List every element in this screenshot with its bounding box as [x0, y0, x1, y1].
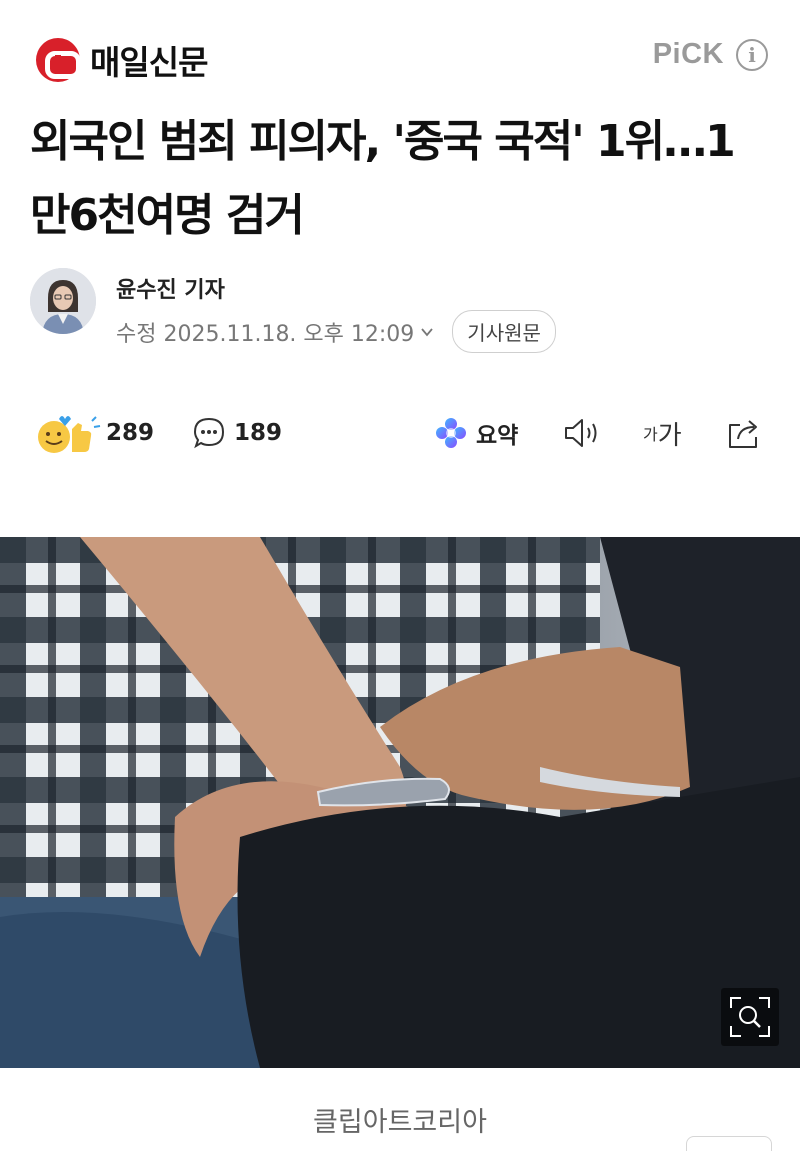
publisher-logo[interactable]: 매일신문 — [36, 36, 208, 84]
next-element-edge — [686, 1136, 772, 1151]
share-button[interactable] — [724, 405, 764, 461]
reaction-emoji-icon — [38, 416, 101, 453]
share-icon — [729, 420, 757, 448]
comment-icon — [193, 417, 225, 449]
app-header: 매일신문 PiCK i — [0, 0, 800, 100]
speaker-icon — [565, 419, 597, 447]
font-size-button[interactable]: 가 가 — [643, 405, 682, 461]
info-icon[interactable]: i — [736, 38, 768, 71]
original-article-button[interactable]: 기사원문 — [452, 310, 556, 353]
article-toolbar: 289 189 요약 가 가 — [0, 405, 800, 461]
font-size-small-label: 가 — [643, 425, 658, 444]
pick-label: PiCK — [652, 38, 724, 70]
tts-button[interactable] — [562, 405, 602, 461]
publisher-name: 매일신문 — [90, 43, 208, 82]
pick-badge[interactable]: PiCK i — [653, 38, 768, 71]
image-caption: 클립아트코리아 — [313, 1107, 487, 1138]
comment-button[interactable]: 189 — [192, 405, 282, 461]
date-row: 수정 2025.11.18. 오후 12:09 기사원문 — [116, 310, 556, 353]
reporter-avatar[interactable] — [30, 268, 96, 334]
comment-count: 189 — [234, 420, 283, 446]
font-size-large-label: 가 — [657, 420, 682, 451]
reaction-count: 289 — [106, 420, 155, 446]
handcuff-arrest-photo — [0, 537, 800, 1068]
publisher-logo-mark — [36, 38, 81, 82]
article-date: 수정 2025.11.18. 오후 12:09 — [116, 321, 415, 347]
chevron-down-icon[interactable] — [420, 325, 434, 339]
image-zoom-button[interactable] — [721, 988, 779, 1046]
article-photo[interactable] — [0, 537, 800, 1068]
ai-summary-icon — [436, 418, 466, 448]
reaction-button[interactable]: 289 — [34, 405, 154, 461]
zoom-icon — [730, 997, 770, 1037]
reporter-name[interactable]: 윤수진 기자 — [116, 272, 225, 304]
summary-button[interactable]: 요약 — [434, 405, 518, 461]
summary-label: 요약 — [476, 423, 519, 449]
article-headline: 외국인 범죄 피의자, '중국 국적' 1위…1만6천여명 검거 — [30, 116, 736, 241]
